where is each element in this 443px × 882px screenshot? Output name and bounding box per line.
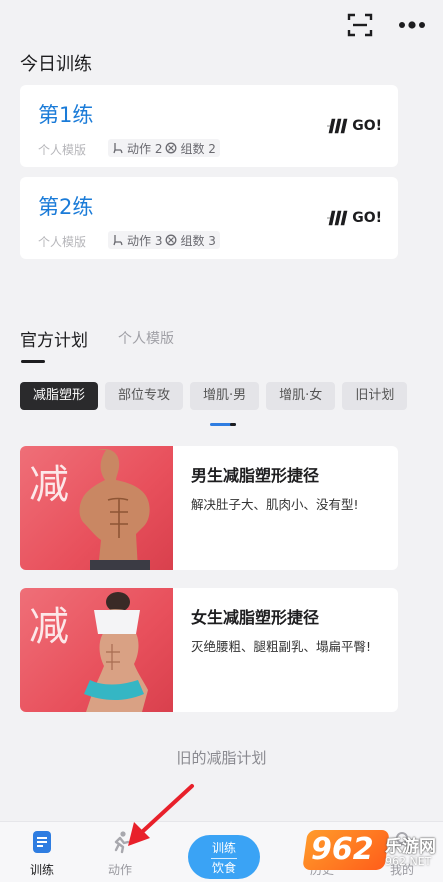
- plan-card[interactable]: 减 女生减脂塑形捷径 灭绝腰粗、腿粗副乳、塌扁平臀!: [20, 588, 398, 712]
- plan-description: 灭绝腰粗、腿粗副乳、塌扁平臀!: [191, 639, 372, 654]
- workout-card[interactable]: 第2练 个人模版 动作 3 组数 3 GO!: [20, 177, 398, 259]
- workout-card[interactable]: 第1练 个人模版 动作 2 组数 2 GO!: [20, 85, 398, 167]
- workout-meta: 动作 2 组数 2: [108, 139, 220, 157]
- male-athlete-image: [79, 449, 150, 570]
- tab-personal-template[interactable]: 个人模版: [118, 328, 174, 348]
- workout-meta: 动作 3 组数 3: [108, 231, 220, 249]
- site-watermark: 962 乐游网 962.NET: [302, 828, 443, 881]
- old-fat-loss-plan-link[interactable]: 旧的减脂计划: [0, 747, 443, 768]
- today-training-title: 今日训练: [20, 54, 92, 75]
- nav-item-training[interactable]: 训练: [12, 830, 72, 878]
- tab-official-plan[interactable]: 官方计划: [20, 326, 88, 351]
- go-button[interactable]: GO!: [326, 209, 382, 227]
- go-button[interactable]: GO!: [326, 117, 382, 135]
- chip-muscle-female[interactable]: 增肌·女: [266, 382, 336, 410]
- center-separator: [211, 858, 237, 859]
- plan-title: 女生减脂塑形捷径: [191, 608, 320, 627]
- center-diet-button[interactable]: 训练 饮食: [188, 835, 260, 879]
- go-bolt-icon: [327, 210, 348, 226]
- go-bolt-icon: [327, 118, 348, 134]
- template-label: 个人模版: [38, 235, 87, 249]
- set-count: 组数 3: [180, 233, 216, 248]
- watermark-number: 962: [311, 832, 374, 867]
- tab-underline: [21, 360, 45, 363]
- sets-icon: [166, 234, 177, 246]
- center-bottom-label: 饮食: [211, 861, 236, 875]
- plan-description: 解决肚子大、肌肉小、没有型!: [191, 497, 359, 512]
- sets-icon: [166, 142, 177, 154]
- chip-body-part[interactable]: 部位专攻: [105, 382, 184, 410]
- document-icon: [33, 831, 51, 853]
- top-bar: [0, 0, 443, 50]
- scan-icon[interactable]: [347, 13, 373, 37]
- workout-name: 第1练: [38, 103, 94, 127]
- nav-label: 训练: [29, 863, 54, 877]
- workout-name: 第2练: [38, 195, 94, 219]
- nav-label: 动作: [107, 863, 132, 877]
- go-label: GO!: [352, 118, 382, 134]
- go-label: GO!: [352, 210, 382, 226]
- plan-thumbnail: 减: [20, 588, 173, 712]
- female-athlete-image: [84, 592, 148, 712]
- set-count: 组数 2: [180, 141, 216, 156]
- chip-muscle-male[interactable]: 增肌·男: [190, 382, 260, 410]
- category-chips: 减脂塑形 部位专攻 增肌·男 增肌·女 旧计划: [20, 382, 408, 410]
- watermark-name: 乐游网: [385, 837, 436, 857]
- plan-thumbnail: 减: [20, 446, 173, 570]
- chip-fat-loss[interactable]: 减脂塑形: [20, 382, 99, 410]
- dumbbell-icon: [113, 235, 123, 246]
- watermark-url: 962.NET: [385, 855, 432, 868]
- center-top-label: 训练: [211, 841, 236, 855]
- plan-card[interactable]: 减 男生减脂塑形捷径 解决肚子大、肌肉小、没有型!: [20, 446, 398, 570]
- more-icon[interactable]: [398, 18, 426, 32]
- chip-old-plan[interactable]: 旧计划: [342, 382, 408, 410]
- dumbbell-icon: [113, 143, 123, 154]
- template-label: 个人模版: [38, 143, 87, 157]
- action-count: 动作 2: [127, 141, 163, 156]
- action-count: 动作 3: [127, 233, 163, 248]
- annotation-arrow: [128, 784, 194, 846]
- plan-title: 男生减脂塑形捷径: [191, 466, 320, 485]
- chip-scroll-indicator: [210, 423, 236, 426]
